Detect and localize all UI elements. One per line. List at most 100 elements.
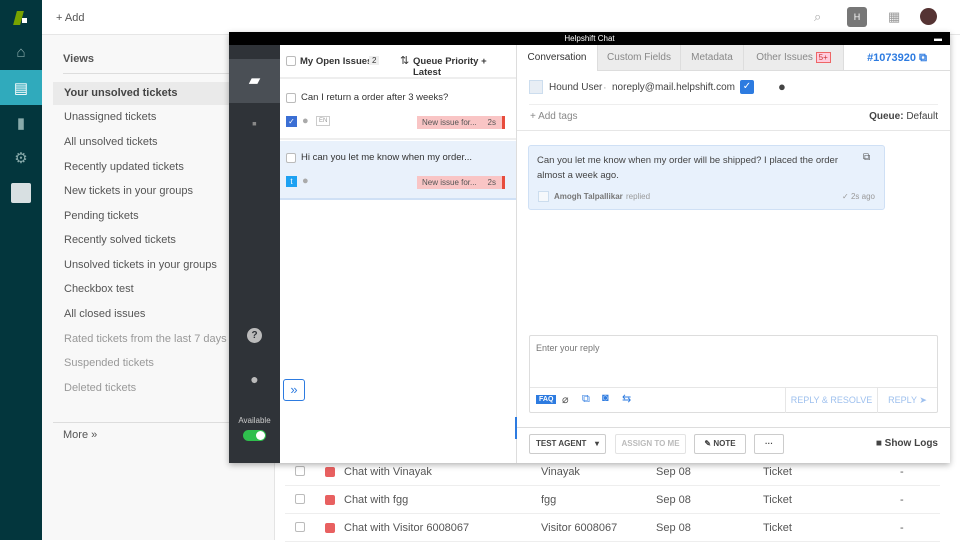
issue-id-link[interactable]: #1073920 ⧉ — [843, 45, 950, 71]
message-time: ✓ 2s ago — [842, 192, 875, 201]
assign-to-me-button[interactable]: ASSIGN TO ME — [615, 434, 686, 454]
messages-icon[interactable]: ▪ — [229, 115, 280, 131]
tab-conversation[interactable]: Conversation — [517, 45, 597, 71]
app-icon[interactable] — [0, 175, 42, 210]
ticket-type: Ticket — [763, 522, 792, 534]
ticket-requester: Visitor 6008067 — [541, 522, 618, 534]
checked-platform-icon: ✓ — [286, 116, 297, 127]
message-bubble: Can you let me know when my order will b… — [528, 145, 885, 210]
ticket-subject[interactable]: Chat with Vinayak — [344, 466, 432, 478]
issue-item[interactable]: Can I return a order after 3 weeks? ✓ ● … — [280, 80, 516, 140]
ticket-extra: - — [900, 466, 904, 478]
tab-other-issues[interactable]: Other Issues 5+ — [743, 45, 843, 71]
list-header: My Open Issues 2 ⇅ Queue Priority + Late… — [280, 45, 516, 79]
issue-status-badge: New issue for... 2s — [417, 176, 505, 189]
my-open-issues-label[interactable]: My Open Issues — [300, 56, 372, 67]
more-views-link[interactable]: More » — [63, 429, 97, 441]
apple-icon: ● — [302, 115, 309, 127]
ticket-date: Sep 08 — [656, 494, 691, 506]
search-icon[interactable]: ⌕ — [814, 9, 821, 25]
agent-dropdown[interactable]: TEST AGENT ▾ — [529, 434, 606, 454]
row-checkbox[interactable] — [295, 466, 305, 476]
reply-box: Enter your reply FAQ ⌀ ⧉ ◙ ⇆ REPLY & RES… — [529, 335, 938, 413]
issue-title: Can I return a order after 3 weeks? — [301, 92, 449, 103]
available-label: Available — [238, 416, 271, 425]
ticket-requester: Vinayak — [541, 466, 580, 478]
table-row[interactable]: Chat with Visitor 6008067 Visitor 600806… — [285, 514, 940, 542]
user-avatar-icon — [529, 80, 543, 94]
my-open-count: 2 — [369, 56, 380, 65]
tab-metadata[interactable]: Metadata — [680, 45, 743, 71]
issue-item-selected[interactable]: Hi can you let me know when my order... … — [280, 141, 516, 200]
issue-title: Hi can you let me know when my order... — [301, 152, 473, 163]
add-button[interactable]: + Add — [56, 12, 84, 24]
chat-title: Helpshift Chat — [564, 34, 615, 43]
verified-checkbox-icon: ✓ — [740, 80, 754, 94]
available-toggle[interactable] — [243, 430, 266, 441]
issue-checkbox[interactable] — [286, 153, 296, 163]
ticket-status-icon — [325, 523, 335, 533]
message-action: replied — [626, 192, 651, 201]
helpshift-chat-window: Helpshift Chat ▬ ▰ ▪ ? ● Available My Op… — [229, 32, 950, 463]
apple-icon: ● — [778, 79, 786, 94]
zendesk-logo[interactable] — [0, 0, 42, 35]
minimize-icon[interactable]: ▬ — [934, 32, 942, 45]
attachment-icon[interactable]: ⌀ — [562, 393, 569, 406]
helpshift-icon[interactable]: H — [847, 7, 867, 27]
show-logs-button[interactable]: ■ Show Logs — [876, 438, 938, 449]
twitter-icon: t — [286, 176, 297, 187]
user-email: noreply@mail.helpshift.com — [612, 82, 735, 93]
ticket-date: Sep 08 — [656, 466, 691, 478]
reply-button[interactable]: REPLY ➤ — [877, 387, 937, 413]
ticket-status-icon — [325, 495, 335, 505]
issue-list: My Open Issues 2 ⇅ Queue Priority + Late… — [280, 45, 517, 463]
ticket-requester: fgg — [541, 494, 557, 506]
sort-label[interactable]: Queue Priority + Latest — [413, 56, 516, 78]
add-tags-button[interactable]: + Add tags — [530, 111, 578, 122]
issue-status-badge: New issue for... 2s — [417, 116, 505, 129]
views-icon[interactable]: ▤ — [0, 70, 42, 105]
transfer-icon[interactable]: ⇆ — [622, 392, 631, 405]
table-row[interactable]: Chat with fgg fgg Sep 08 Ticket - — [285, 486, 940, 514]
user-name: Hound User — [549, 82, 603, 93]
message-text: Can you let me know when my order will b… — [537, 155, 838, 181]
translate-icon[interactable]: ⧉ — [582, 393, 590, 406]
reply-resolve-button[interactable]: REPLY & RESOLVE — [785, 387, 877, 413]
briefcase-icon: ■ — [875, 438, 882, 449]
help-icon[interactable]: ? — [247, 328, 262, 343]
reporting-icon[interactable]: ▮ — [0, 105, 42, 140]
external-link-icon: ⧉ — [919, 52, 927, 64]
ticket-subject[interactable]: Chat with fgg — [344, 494, 408, 506]
ticket-subject[interactable]: Chat with Visitor 6008067 — [344, 522, 469, 534]
apple-icon: ● — [302, 175, 309, 187]
ticket-date: Sep 08 — [656, 522, 691, 534]
apps-grid-icon[interactable]: ▦ — [888, 9, 900, 25]
agent-avatar-icon — [538, 191, 549, 202]
home-icon[interactable]: ⌂ — [0, 35, 42, 70]
chat-rail: ▰ ▪ ? ● Available — [229, 45, 280, 463]
expand-icon[interactable]: » — [283, 379, 305, 401]
my-open-checkbox[interactable] — [286, 56, 296, 66]
main-nav: ⌂ ▤ ▮ ⚙ — [0, 0, 42, 540]
chats-icon[interactable]: ▰ — [229, 59, 280, 103]
camera-icon[interactable]: ◙ — [602, 392, 609, 404]
queue-info: Queue: Default — [869, 111, 938, 122]
faq-button[interactable]: FAQ — [536, 395, 557, 404]
settings-icon[interactable]: ⚙ — [0, 140, 42, 175]
reply-input[interactable]: Enter your reply — [536, 343, 600, 353]
user-icon[interactable]: ● — [229, 371, 280, 387]
translate-icon[interactable]: ⧉ — [863, 152, 870, 163]
row-checkbox[interactable] — [295, 522, 305, 532]
conversation-panel: Conversation Custom Fields Metadata Othe… — [515, 45, 950, 463]
ticket-type: Ticket — [763, 466, 792, 478]
issue-checkbox[interactable] — [286, 93, 296, 103]
more-actions-button[interactable]: ··· — [754, 434, 784, 454]
chat-title-bar: Helpshift Chat ▬ — [229, 32, 950, 45]
ticket-extra: - — [900, 494, 904, 506]
ticket-status-icon — [325, 467, 335, 477]
sort-icon[interactable]: ⇅ — [400, 54, 409, 67]
tab-custom-fields[interactable]: Custom Fields — [597, 45, 680, 71]
row-checkbox[interactable] — [295, 494, 305, 504]
note-button[interactable]: ✎ NOTE — [694, 434, 746, 454]
avatar[interactable] — [920, 8, 937, 25]
